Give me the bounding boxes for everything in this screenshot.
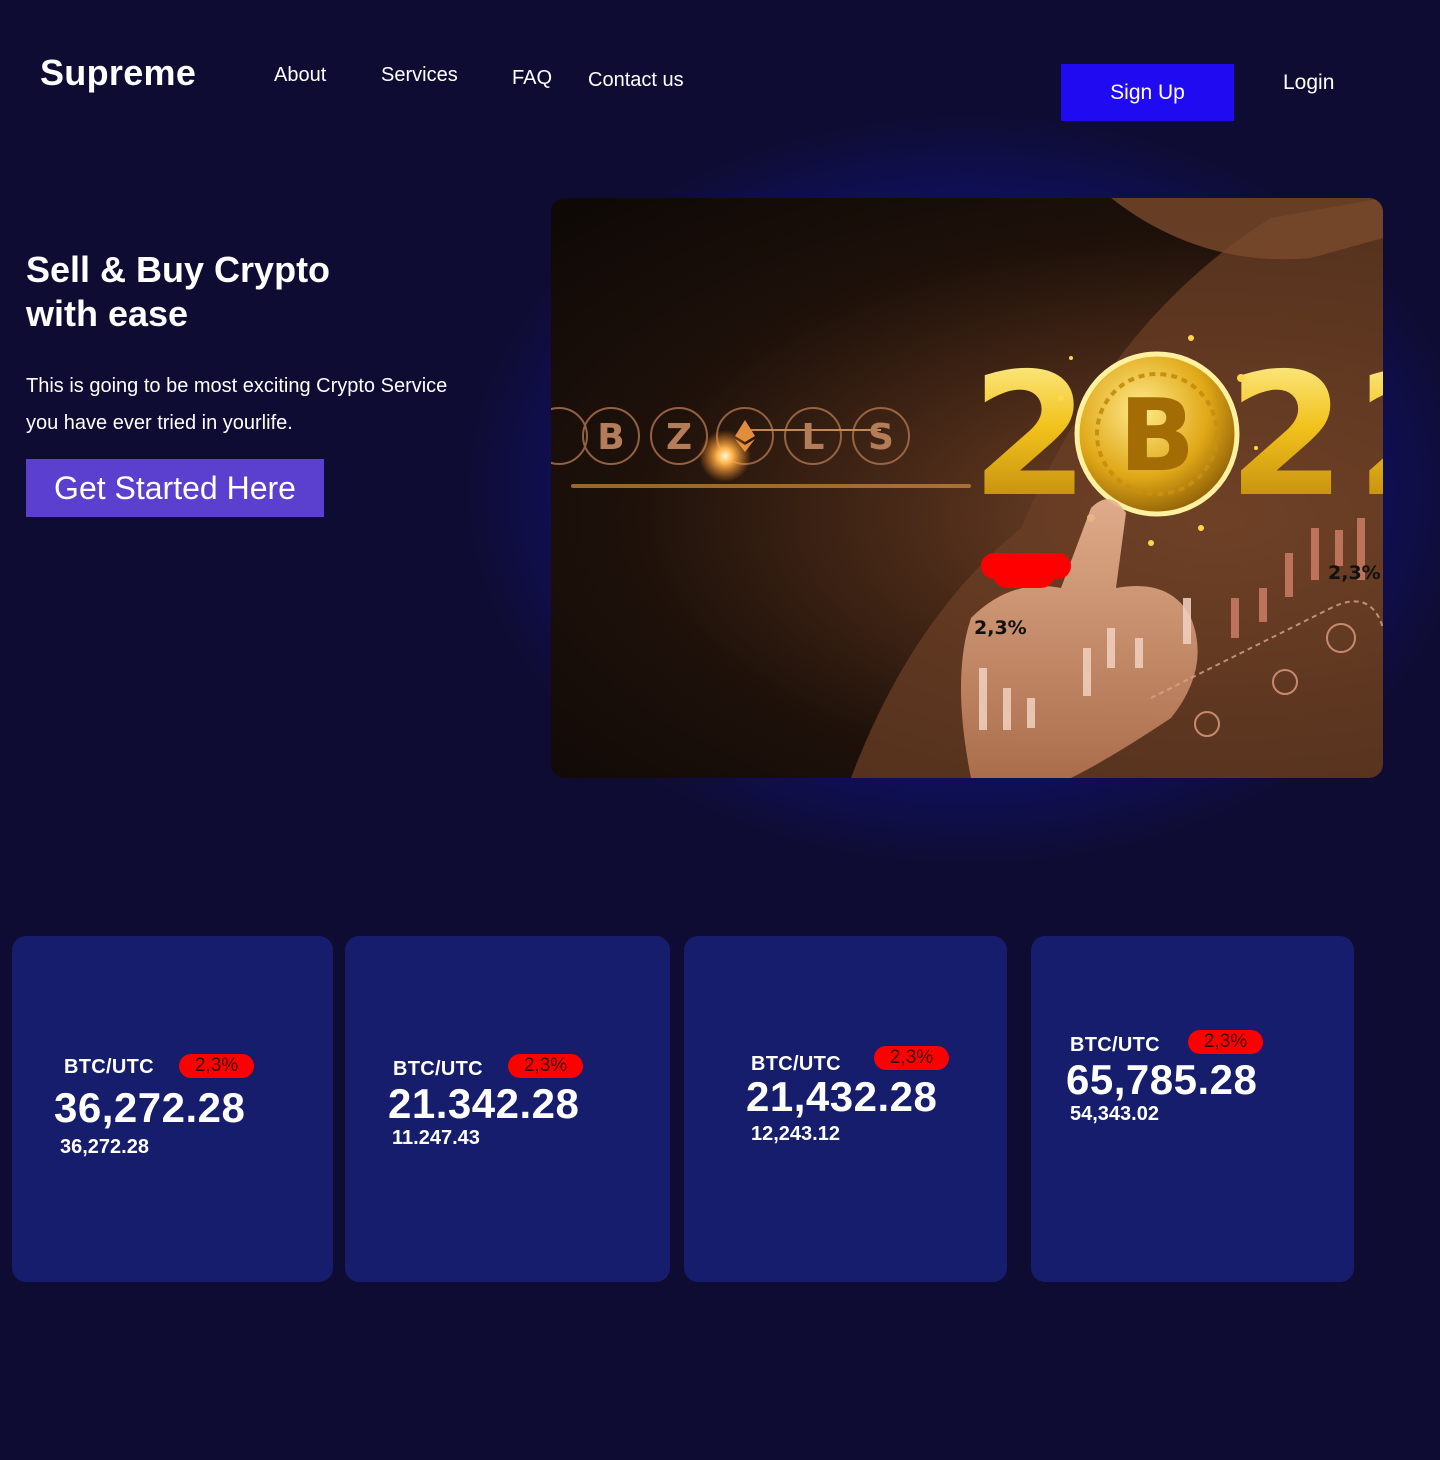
coin-symbol-l: L <box>802 417 825 458</box>
price-card[interactable]: BTC/UTC 2,3% 65,785.28 54,343.02 <box>1031 936 1354 1282</box>
percent-label-right: 2,3% <box>1328 562 1381 584</box>
hero-description: This is going to be most exciting Crypto… <box>26 368 516 442</box>
get-started-button[interactable]: Get Started Here <box>26 459 324 517</box>
hero-image: B Z L S 2022 B <box>551 198 1383 778</box>
coin-symbol-s: S <box>868 417 894 458</box>
nav-services[interactable]: Services <box>381 64 458 87</box>
card-change-badge: 2,3% <box>874 1046 949 1070</box>
percent-label-left: 2,3% <box>974 617 1027 639</box>
coin-symbol-b: B <box>597 417 624 458</box>
bitcoin-coin-symbol: B <box>1119 377 1195 494</box>
light-flare <box>699 430 751 482</box>
site-logo[interactable]: Supreme <box>40 52 196 94</box>
login-link[interactable]: Login <box>1283 71 1334 95</box>
crypto-illustration: B Z L S 2022 B <box>551 198 1383 778</box>
hero-title-line2: with ease <box>26 293 189 334</box>
card-sub-price: 54,343.02 <box>1070 1103 1159 1125</box>
card-change-badge: 2,3% <box>1188 1030 1263 1054</box>
card-price: 65,785.28 <box>1066 1056 1258 1103</box>
coin-symbol-z: Z <box>666 417 692 458</box>
card-sub-price: 11.247.43 <box>392 1127 480 1149</box>
card-price: 36,272.28 <box>54 1084 246 1131</box>
nav-about[interactable]: About <box>274 64 326 87</box>
card-pair-label: BTC/UTC <box>64 1056 154 1078</box>
card-change-badge: 2,3% <box>508 1054 583 1078</box>
price-card[interactable]: BTC/UTC 2,3% 36,272.28 36,272.28 <box>12 936 333 1282</box>
hero-desc-line2: you have ever tried in yourlife. <box>26 412 293 434</box>
price-card[interactable]: BTC/UTC 2,3% 21.342.28 11.247.43 <box>345 936 670 1282</box>
price-card[interactable]: BTC/UTC 2,3% 21,432.28 12,243.12 <box>684 936 1007 1282</box>
card-change-badge: 2,3% <box>179 1054 254 1078</box>
nav-contact[interactable]: Contact us <box>588 69 684 92</box>
card-price: 21,432.28 <box>746 1073 938 1120</box>
card-pair-label: BTC/UTC <box>1070 1034 1160 1056</box>
nav-faq[interactable]: FAQ <box>512 67 552 90</box>
hero-desc-line1: This is going to be most exciting Crypto… <box>26 375 448 397</box>
card-sub-price: 36,272.28 <box>60 1136 149 1158</box>
card-pair-label: BTC/UTC <box>393 1058 483 1080</box>
card-price: 21.342.28 <box>388 1080 580 1127</box>
hero-title-line1: Sell & Buy Crypto <box>26 249 331 290</box>
card-sub-price: 12,243.12 <box>751 1123 840 1145</box>
hero-title: Sell & Buy Crypto with ease <box>26 248 506 336</box>
